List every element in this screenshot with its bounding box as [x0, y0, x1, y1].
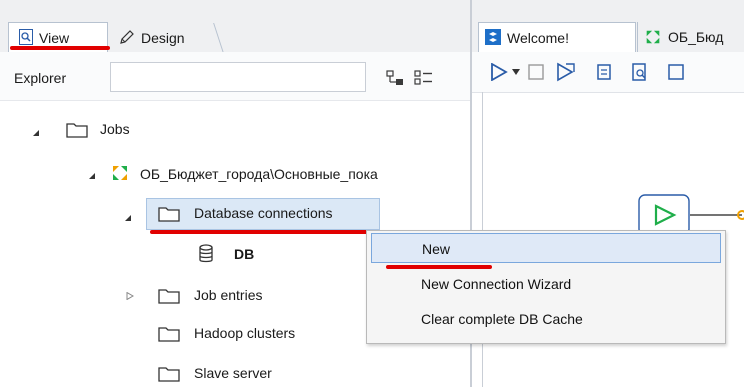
- tree-item-job[interactable]: ОБ_Бюджет_города\Основные_пока: [140, 166, 378, 182]
- tree-item-slave-server[interactable]: Slave server: [194, 365, 272, 381]
- tab-design-label: Design: [141, 30, 185, 46]
- script-icon[interactable]: [594, 62, 614, 82]
- tree-item-db[interactable]: DB: [234, 246, 254, 262]
- stop-icon[interactable]: [528, 64, 544, 80]
- collapse-all-icon[interactable]: [414, 70, 434, 86]
- tree-item-job-entries[interactable]: Job entries: [194, 287, 262, 303]
- expanded-triangle-icon[interactable]: [124, 214, 132, 222]
- explorer-search-input[interactable]: [110, 62, 366, 92]
- tree-item-hadoop-clusters[interactable]: Hadoop clusters: [194, 325, 295, 341]
- tab-job-label: ОБ_Бюд: [668, 29, 724, 45]
- folder-icon: [158, 207, 180, 222]
- tree-item-database-connections[interactable]: Database connections: [194, 205, 333, 221]
- toolbar-icon-partial[interactable]: [666, 62, 686, 82]
- tab-design[interactable]: Design: [108, 22, 216, 52]
- tab-view-label: View: [39, 30, 70, 46]
- job-tab-icon: [646, 30, 660, 44]
- database-icon: [199, 244, 213, 263]
- job-icon: [113, 166, 127, 180]
- tab-job[interactable]: ОБ_Бюд: [637, 22, 744, 52]
- run-icon[interactable]: [490, 63, 508, 81]
- tree-structure-icon[interactable]: [386, 70, 406, 86]
- pencil-icon: [120, 30, 134, 44]
- context-menu: New New Connection Wizard Clear complete…: [366, 230, 726, 344]
- expanded-triangle-icon[interactable]: [88, 172, 96, 180]
- menu-item-new-connection-wizard[interactable]: New Connection Wizard: [367, 269, 725, 299]
- folder-icon: [66, 123, 88, 138]
- tree-item-jobs[interactable]: Jobs: [100, 121, 130, 137]
- view-tab-underline: [10, 46, 110, 50]
- chevron-down-icon[interactable]: [512, 69, 520, 75]
- folder-icon: [158, 367, 180, 382]
- menu-item-new[interactable]: New: [371, 233, 721, 263]
- database-connections-underline: [150, 230, 368, 234]
- welcome-icon: [485, 29, 501, 45]
- collapsed-triangle-icon[interactable]: [126, 292, 134, 300]
- tab-welcome[interactable]: Welcome!: [478, 22, 636, 52]
- preview-icon[interactable]: [556, 62, 576, 82]
- menu-item-clear-label: Clear complete DB Cache: [421, 311, 583, 327]
- explorer-label: Explorer: [14, 70, 67, 86]
- menu-item-new-label: New: [422, 241, 451, 257]
- tab-welcome-label: Welcome!: [507, 30, 569, 46]
- folder-icon: [158, 327, 180, 342]
- expanded-triangle-icon[interactable]: [32, 129, 40, 137]
- job-toolbar: [472, 52, 744, 93]
- folder-icon: [158, 289, 180, 304]
- search-page-icon: [19, 29, 33, 45]
- new-menu-underline: [386, 265, 492, 269]
- explore-icon[interactable]: [630, 62, 650, 82]
- menu-item-clear-db-cache[interactable]: Clear complete DB Cache: [367, 304, 725, 334]
- menu-item-wizard-label: New Connection Wizard: [421, 276, 572, 292]
